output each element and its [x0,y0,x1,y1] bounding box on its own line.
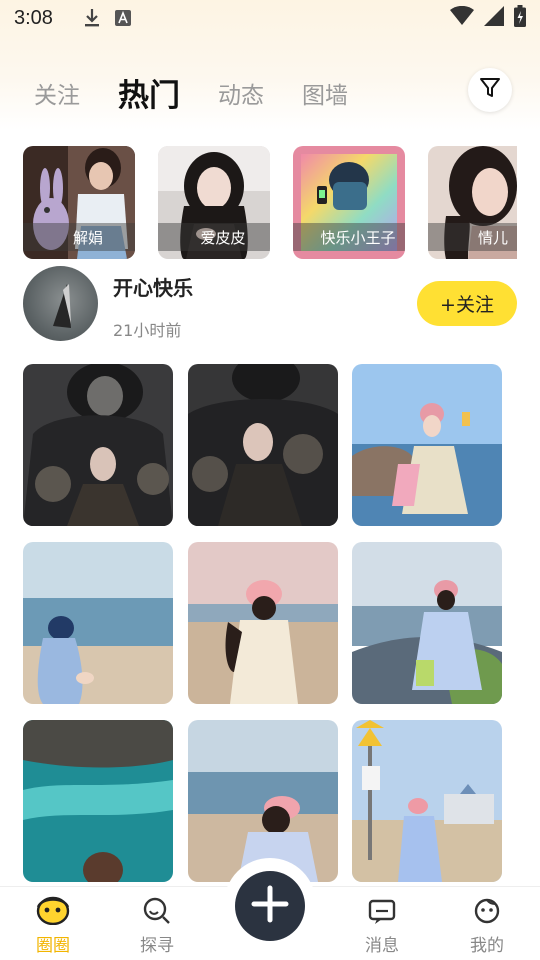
story-strip: 解娟 爱皮皮 快乐小王子 情儿 [23,146,517,259]
app-notification-icon [114,10,131,26]
photo-image [352,364,502,526]
face-icon [36,895,70,929]
photo-image [23,542,173,704]
message-icon [368,899,396,929]
nav-item-mine[interactable]: 我的 [447,887,527,956]
photo-image [352,542,502,704]
avatar-image [53,284,71,328]
post-photo[interactable] [188,542,338,704]
nav-item-circle[interactable]: 圈圈 [13,887,93,956]
post-photo[interactable] [352,542,502,704]
story-label: 爱皮皮 [158,223,270,251]
status-time: 3:08 [14,6,53,29]
post-photo[interactable] [23,720,173,882]
post-photo[interactable] [352,720,502,882]
nav-label: 探寻 [140,936,174,956]
top-tabs: 关注 热门 动态 图墙 [34,76,386,116]
filter-icon [478,76,502,104]
post-photo[interactable] [23,542,173,704]
follow-button[interactable]: +关注 [417,281,517,326]
story-card[interactable]: 情儿 [428,146,517,259]
download-icon [83,8,101,28]
post-photo[interactable] [352,364,502,526]
nav-label: 圈圈 [36,936,70,956]
status-bar: 3:08 [0,0,540,36]
photo-image [23,364,173,526]
signal-icon [484,5,504,31]
search-icon [143,897,171,929]
photo-image [23,720,173,882]
filter-button[interactable] [468,68,512,112]
tab-hot[interactable]: 热门 [118,76,180,116]
nav-item-explore[interactable]: 探寻 [117,887,197,956]
post-photo[interactable] [188,364,338,526]
story-card[interactable]: 快乐小王子 [293,146,405,259]
create-post-button[interactable] [235,871,305,941]
story-card[interactable]: 爱皮皮 [158,146,270,259]
profile-icon [473,897,501,929]
post-time: 21小时前 [113,321,182,340]
wifi-icon [450,5,474,31]
story-label: 解娟 [23,223,135,251]
tab-photo-wall[interactable]: 图墙 [302,76,348,116]
nav-label: 我的 [470,936,504,956]
plus-icon [250,884,290,928]
post-username[interactable]: 开心快乐 [113,272,193,301]
nav-label: 消息 [365,936,399,956]
photo-image [188,542,338,704]
photo-image [352,720,502,882]
battery-icon [514,4,526,32]
photo-image [188,364,338,526]
post-photo[interactable] [23,364,173,526]
story-label: 快乐小王子 [293,223,405,251]
story-label: 情儿 [428,223,517,251]
nav-item-messages[interactable]: 消息 [342,887,422,956]
story-card[interactable]: 解娟 [23,146,135,259]
tab-follow[interactable]: 关注 [34,76,80,116]
tab-dynamic[interactable]: 动态 [218,76,264,116]
avatar[interactable] [23,266,98,341]
